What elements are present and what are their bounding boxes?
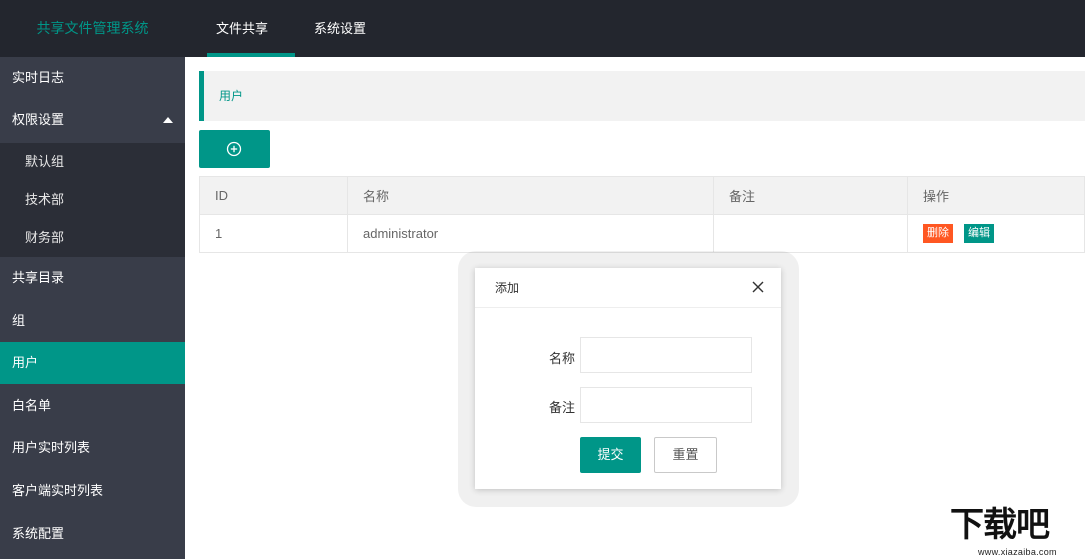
add-user-dialog: 添加 名称 备注 提交 重置 xyxy=(475,268,781,489)
breadcrumb: 用户 xyxy=(199,71,1085,121)
reset-button[interactable]: 重置 xyxy=(654,437,717,473)
submit-button[interactable]: 提交 xyxy=(580,437,641,473)
column-header-actions: 操作 xyxy=(907,176,1085,215)
column-header-note: 备注 xyxy=(713,176,908,215)
sidebar-item-permissions[interactable]: 权限设置 xyxy=(0,99,185,141)
sidebar-item-client-realtime-list[interactable]: 客户端实时列表 xyxy=(0,470,185,512)
tab-system-settings[interactable]: 系统设置 xyxy=(314,0,366,57)
dialog-title: 添加 xyxy=(495,281,520,295)
sidebar-item-default-group[interactable]: 默认组 xyxy=(0,143,185,181)
sidebar: 实时日志 权限设置 默认组 技术部 财务部 共享目录 组 用户 白名单 用户实时… xyxy=(0,57,185,559)
table-row: 1 administrator 删除 编辑 xyxy=(199,214,1085,253)
sidebar-item-groups[interactable]: 组 xyxy=(0,300,185,342)
users-table: ID 名称 备注 操作 1 administrator 删除 编辑 xyxy=(199,176,1085,253)
sidebar-item-tech-dept[interactable]: 技术部 xyxy=(0,181,185,219)
sidebar-item-realtime-log[interactable]: 实时日志 xyxy=(0,57,185,99)
top-header: 共享文件管理系统 文件共享 系统设置 xyxy=(0,0,1085,57)
table-header-row: ID 名称 备注 操作 xyxy=(199,176,1085,215)
edit-button[interactable]: 编辑 xyxy=(964,224,994,243)
sidebar-item-shared-dirs[interactable]: 共享目录 xyxy=(0,257,185,299)
caret-up-icon xyxy=(163,117,173,123)
delete-button[interactable]: 删除 xyxy=(923,224,953,243)
cell-id: 1 xyxy=(199,214,348,253)
sidebar-item-user-realtime-list[interactable]: 用户实时列表 xyxy=(0,427,185,469)
sidebar-item-label: 权限设置 xyxy=(12,112,65,127)
dialog-header: 添加 xyxy=(475,268,781,308)
cell-note xyxy=(713,214,908,253)
breadcrumb-label: 用户 xyxy=(219,89,244,103)
active-tab-indicator xyxy=(207,53,295,57)
watermark-logo: 下载吧 xyxy=(950,505,1050,545)
note-field[interactable] xyxy=(580,387,752,423)
plus-circle-icon xyxy=(226,141,242,157)
column-header-id: ID xyxy=(199,176,348,215)
site-watermark: 下载吧 www.xiazaiba.com xyxy=(950,505,1085,559)
sidebar-item-whitelist[interactable]: 白名单 xyxy=(0,385,185,427)
name-label: 名称 xyxy=(548,351,575,366)
watermark-url: www.xiazaiba.com xyxy=(978,547,1057,557)
add-user-button[interactable] xyxy=(199,130,270,168)
cell-actions: 删除 编辑 xyxy=(907,214,1085,253)
app-logo-title: 共享文件管理系统 xyxy=(36,20,149,36)
note-label: 备注 xyxy=(548,400,575,415)
sidebar-item-users[interactable]: 用户 xyxy=(0,342,185,384)
sidebar-item-system-config[interactable]: 系统配置 xyxy=(0,513,185,555)
close-icon[interactable] xyxy=(751,280,765,294)
sidebar-item-finance-dept[interactable]: 财务部 xyxy=(0,219,185,257)
name-field[interactable] xyxy=(580,337,752,373)
column-header-name: 名称 xyxy=(347,176,714,215)
cell-name: administrator xyxy=(347,214,714,253)
tab-file-share[interactable]: 文件共享 xyxy=(207,0,295,57)
